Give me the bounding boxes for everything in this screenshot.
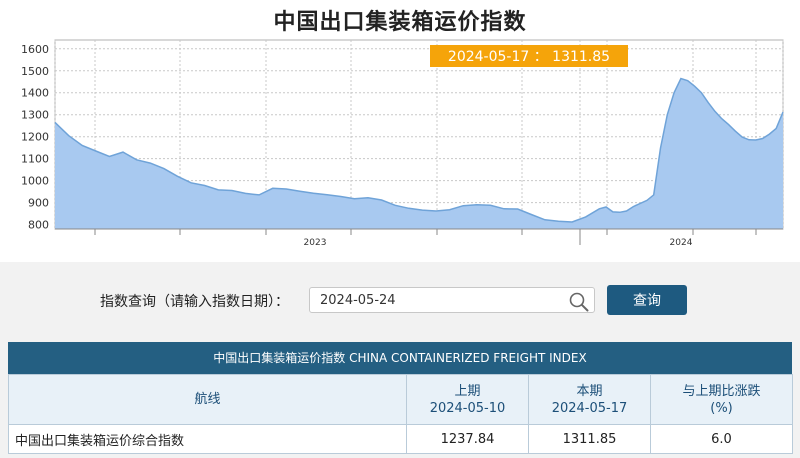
y-tick-label: 900 [28,197,49,210]
chart-panel: 中国出口集装箱运价指数 800 900 1000 1100 1200 1300 1400 15… [0,0,800,262]
tooltip-text: 2024-05-17 ： 1311.85 [448,49,610,65]
x-tick-label: 2024 [670,238,693,248]
y-tick-label: 1100 [21,153,49,166]
index-table-panel: 中国出口集装箱运价指数 CHINA CONTAINERIZED FREIGHT … [8,342,793,454]
date-input[interactable] [309,287,595,313]
header-previous-date: 2024-05-10 [429,400,506,416]
y-tick-label: 1200 [21,131,49,144]
index-table: 航线 上期 2024-05-10 本期 2024-05-17 与上期比涨跌 (%… [8,374,793,454]
header-change-label: 与上期比涨跌 [682,383,761,399]
table-header-row: 航线 上期 2024-05-10 本期 2024-05-17 与上期比涨跌 (%… [8,374,793,425]
y-tick-label: 1300 [21,109,49,122]
query-label: 指数查询（请输入指数日期）： [100,294,289,310]
previous-value: 1237.84 [406,424,529,454]
header-route: 航线 [8,374,407,425]
freight-index-chart: 800 900 1000 1100 1200 1300 1400 1500 1600 2023 20… [21,39,784,248]
table-caption: 中国出口集装箱运价指数 CHINA CONTAINERIZED FREIGHT … [8,342,792,374]
y-tick-label: 1500 [21,65,49,78]
y-tick-label: 1600 [21,43,49,56]
header-previous-label: 上期 [454,383,481,399]
x-tick-label: 2023 [304,238,327,248]
header-previous: 上期 2024-05-10 [406,374,529,425]
header-current-date: 2024-05-17 [551,400,628,416]
y-tick-label: 800 [28,219,49,232]
header-current-label: 本期 [576,383,603,399]
change-value: 6.0 [650,424,793,454]
header-change-unit: (%) [710,400,733,416]
query-row: 指数查询（请输入指数日期）： 查询 [0,284,800,316]
header-change: 与上期比涨跌 (%) [650,374,793,425]
table-row: 中国出口集装箱运价综合指数 1237.84 1311.85 6.0 [8,424,793,454]
current-value: 1311.85 [528,424,651,454]
search-icon[interactable] [568,291,590,313]
route-name-link[interactable]: 中国出口集装箱运价综合指数 [8,424,407,454]
query-button[interactable]: 查询 [607,285,687,315]
header-current: 本期 2024-05-17 [528,374,651,425]
y-tick-label: 1000 [21,175,49,188]
y-tick-label: 1400 [21,87,49,100]
